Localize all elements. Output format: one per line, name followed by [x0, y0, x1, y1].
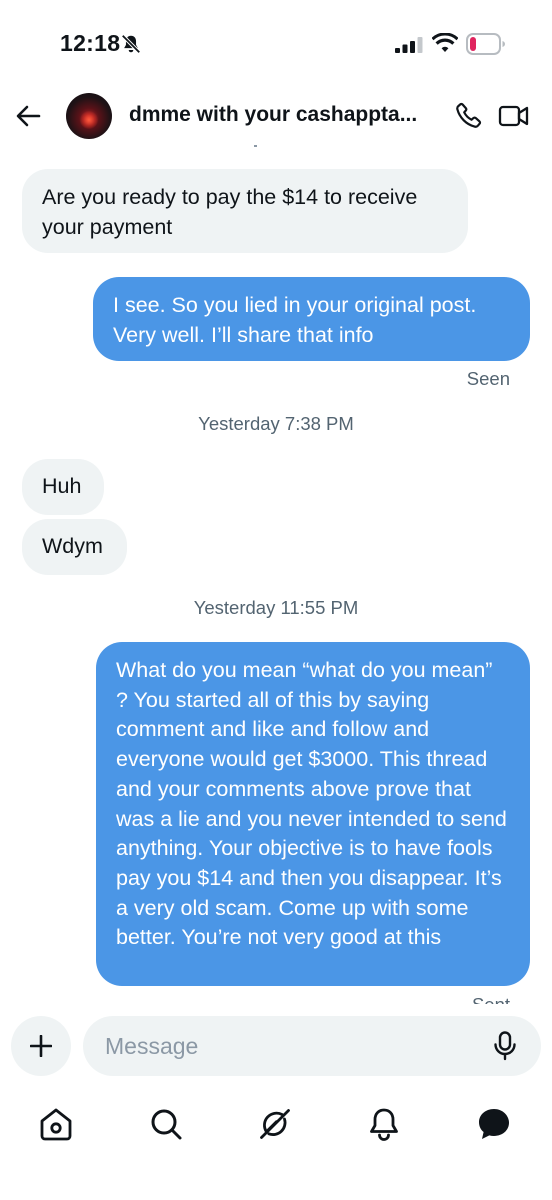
plus-icon	[30, 1035, 52, 1057]
grok-icon[interactable]	[255, 1104, 295, 1144]
add-attachment-button[interactable]	[11, 1016, 71, 1076]
bell-off-icon	[121, 34, 141, 54]
avatar[interactable]	[66, 93, 112, 139]
message-timestamp: Yesterday 7:38 PM	[198, 413, 354, 434]
wifi-icon	[432, 33, 458, 52]
status-time: 12:18	[60, 30, 121, 56]
home-icon[interactable]	[36, 1104, 76, 1144]
call-icon[interactable]	[455, 101, 483, 129]
video-icon[interactable]	[498, 103, 530, 129]
messages-icon[interactable]	[474, 1104, 514, 1144]
message-bubble-outgoing[interactable]: I see. So you lied in your original post…	[93, 277, 530, 361]
signal-icon	[395, 37, 423, 53]
notifications-icon[interactable]	[364, 1104, 404, 1144]
scroll-indicator	[254, 145, 257, 147]
message-composer	[0, 1004, 552, 1090]
message-timestamp: Yesterday 11:55 PM	[193, 597, 359, 618]
chat-title[interactable]: dmme with your cashappta...	[129, 103, 429, 127]
search-icon[interactable]	[146, 1104, 186, 1144]
message-bubble-incoming[interactable]: Huh	[22, 459, 104, 515]
message-input[interactable]	[83, 1016, 541, 1076]
status-bar: 12:18	[0, 0, 552, 90]
battery-icon	[466, 33, 505, 55]
message-bubble-outgoing[interactable]: What do you mean “what do you mean” ? Yo…	[96, 642, 530, 986]
read-receipt: Seen	[466, 368, 510, 389]
message-bubble-incoming[interactable]: Are you ready to pay the $14 to receive …	[22, 169, 468, 253]
mic-icon[interactable]	[492, 1031, 518, 1061]
sent-receipt: Sent	[472, 992, 510, 1004]
back-icon[interactable]	[14, 102, 42, 130]
avatar-image	[80, 111, 98, 129]
chat-header: dmme with your cashappta...	[0, 88, 552, 150]
bottom-navigation	[0, 1090, 552, 1200]
message-bubble-incoming[interactable]: Wdym	[22, 519, 127, 575]
